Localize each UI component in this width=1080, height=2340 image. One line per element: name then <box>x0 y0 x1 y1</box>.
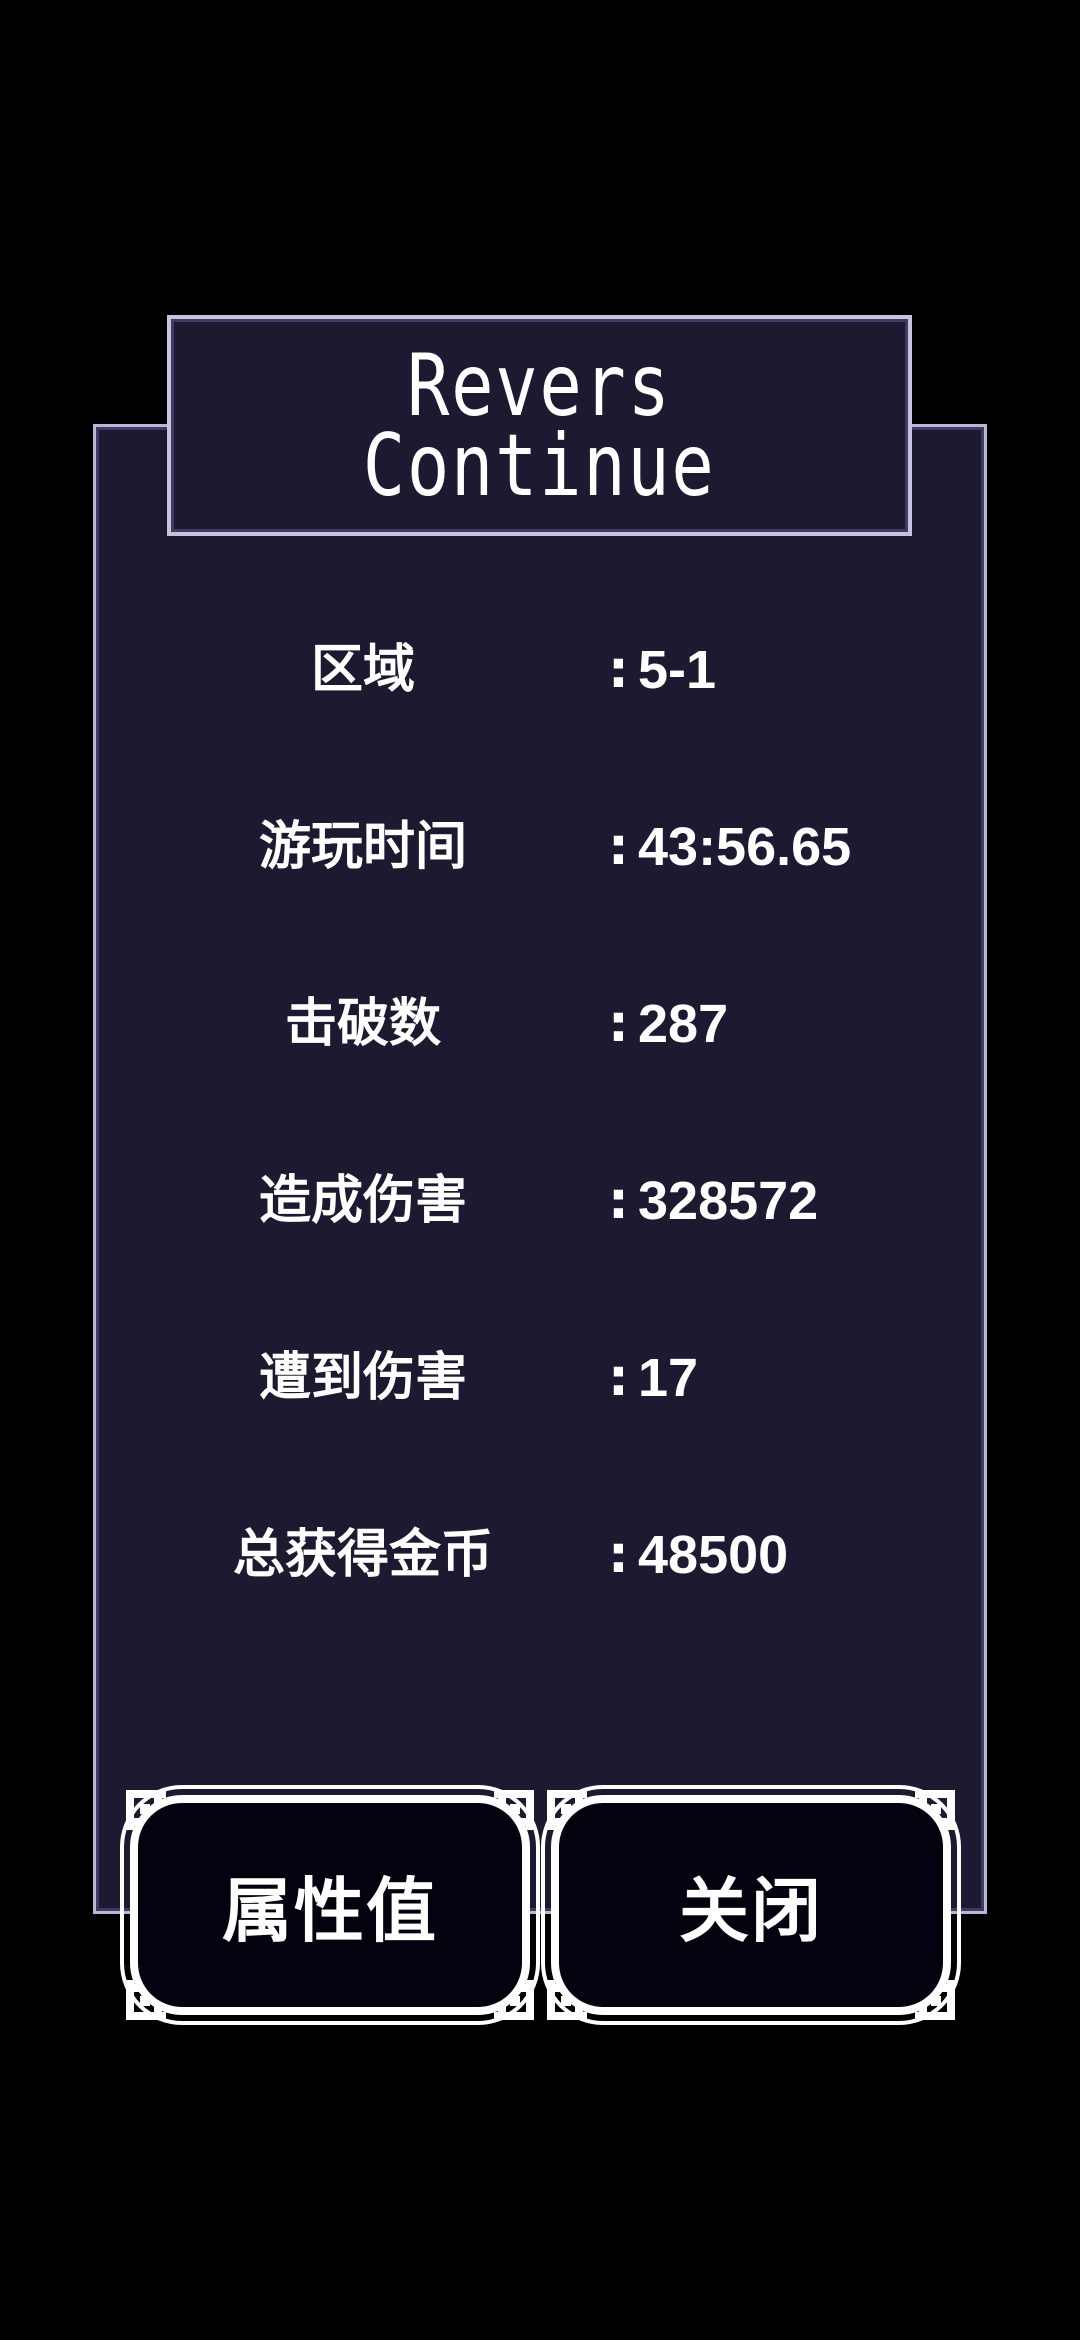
stat-row-damage-taken: 遭到伤害 : 17 <box>93 1338 987 1418</box>
stat-separator: : <box>608 994 629 1054</box>
close-button[interactable]: 关闭 <box>541 1785 961 2025</box>
stat-row-playtime: 游玩时间 : 43:56.65 <box>93 807 987 887</box>
title-line-2: Continue <box>363 415 716 516</box>
attributes-button-label: 属性值 <box>222 1869 438 1952</box>
stat-separator: : <box>608 1171 629 1231</box>
attributes-button[interactable]: 属性值 <box>120 1785 540 2025</box>
stat-row-area: 区域 : 5-1 <box>93 630 987 710</box>
stat-separator: : <box>608 817 629 877</box>
stat-row-kills: 击破数 : 287 <box>93 984 987 1064</box>
stat-label: 造成伤害 <box>258 1171 467 1231</box>
title-banner: Revers Continue <box>167 315 912 536</box>
close-button-label: 关闭 <box>679 1869 823 1952</box>
stat-separator: : <box>608 1348 629 1408</box>
stat-label: 区域 <box>310 640 415 700</box>
stat-value: 48500 <box>638 1525 789 1585</box>
stat-label: 遭到伤害 <box>258 1348 467 1408</box>
stat-label: 总获得金币 <box>232 1525 493 1585</box>
stat-value: 328572 <box>638 1171 819 1231</box>
stat-label: 击破数 <box>284 994 441 1054</box>
stat-separator: : <box>608 640 629 700</box>
stat-separator: : <box>608 1525 629 1585</box>
result-screen: Revers Continue 区域 : 5-1 游玩时间 : 43:56.65… <box>0 0 1080 2340</box>
stat-value: 287 <box>638 994 729 1054</box>
stat-value: 5-1 <box>638 640 717 700</box>
stat-label: 游玩时间 <box>258 817 467 877</box>
stat-row-damage-dealt: 造成伤害 : 328572 <box>93 1161 987 1241</box>
stat-row-total-gold: 总获得金币 : 48500 <box>93 1515 987 1595</box>
stat-value: 17 <box>638 1348 699 1408</box>
stat-value: 43:56.65 <box>638 817 852 877</box>
title-line-1: Revers <box>407 335 672 436</box>
